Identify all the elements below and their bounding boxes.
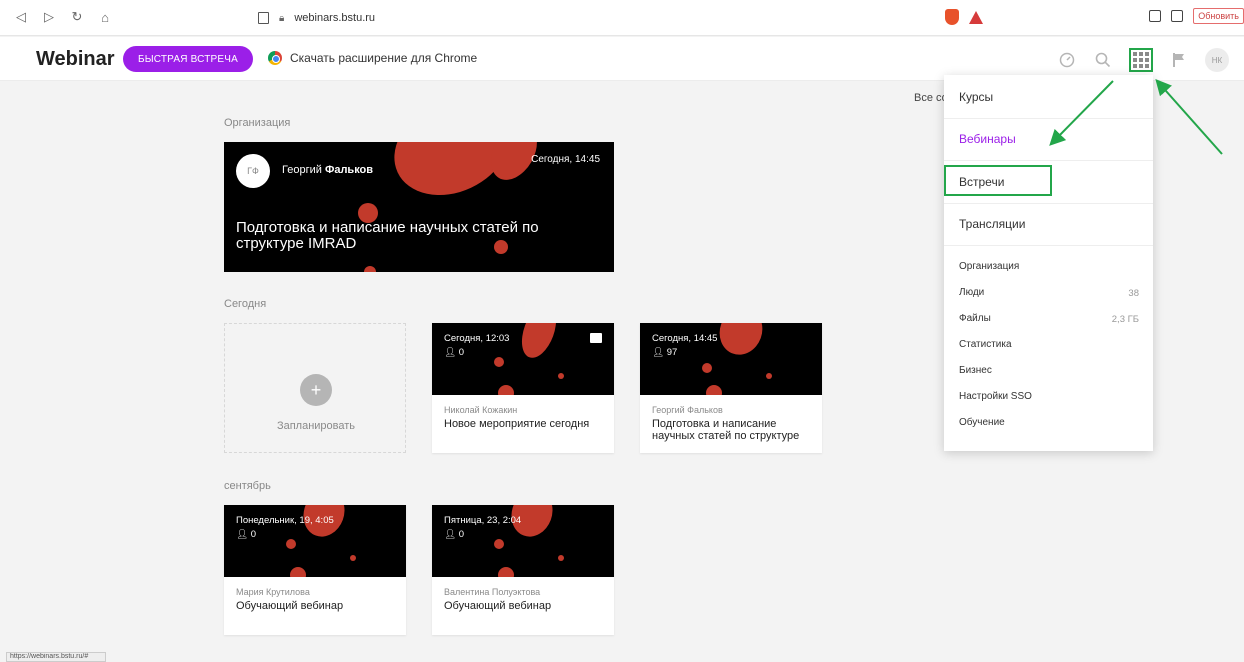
- section-title-today: Сегодня: [224, 298, 267, 310]
- featured-author-avatar: ГФ: [236, 154, 270, 188]
- chrome-extension-label: Скачать расширение для Chrome: [290, 51, 478, 65]
- menu-item-courses[interactable]: Курсы: [959, 90, 993, 104]
- status-url: https://webinars.bstu.ru/#: [6, 652, 106, 662]
- wallet-icon[interactable]: [1171, 10, 1184, 22]
- sidebar-icon[interactable]: [1149, 10, 1162, 22]
- featured-title: Подготовка и написание научных статей по…: [236, 219, 539, 252]
- chrome-icon: [268, 51, 282, 65]
- menu-item-learning[interactable]: Обучение: [959, 417, 1005, 428]
- event-time: Сегодня, 14:45: [652, 333, 718, 344]
- home-icon[interactable]: ⌂: [98, 10, 112, 25]
- event-time: Пятница, 23, 2:04: [444, 515, 522, 526]
- logo[interactable]: Webinar: [36, 48, 115, 71]
- event-time: Сегодня, 12:03: [444, 333, 510, 344]
- featured-author: Георгий Фальков: [282, 164, 374, 176]
- update-button[interactable]: Обновить: [1193, 8, 1244, 24]
- extension-icons: [945, 9, 983, 25]
- event-title: Подготовка и написание научных статей по…: [652, 418, 800, 442]
- menu-item-sso-settings[interactable]: Настройки SSO: [959, 391, 1032, 402]
- browser-nav: ◁ ▷ ↻ ⌂: [14, 9, 112, 25]
- back-icon[interactable]: ◁: [14, 9, 28, 24]
- event-card[interactable]: Сегодня, 14:45 👤︎ 97 Георгий Фальков Под…: [640, 323, 822, 453]
- participants-count: 👤︎ 97: [652, 347, 678, 358]
- participants-count: 👤︎ 0: [444, 347, 464, 358]
- event-thumbnail: Сегодня, 12:03 👤︎ 0: [432, 323, 614, 395]
- event-author: Валентина Полуэктова: [444, 587, 541, 597]
- section-title-organization: Организация: [224, 117, 291, 129]
- event-title: Обучающий вебинар: [444, 600, 552, 612]
- files-size: 2,3 ГБ: [1111, 314, 1139, 325]
- participants-count: 👤︎ 0: [236, 529, 256, 540]
- url-text: webinars.bstu.ru: [294, 12, 376, 24]
- event-thumbnail: Сегодня, 14:45 👤︎ 97: [640, 323, 822, 395]
- event-author: Георгий Фальков: [652, 405, 723, 415]
- lock-icon: 🔒︎: [279, 12, 285, 24]
- event-card[interactable]: Пятница, 23, 2:04 👤︎ 0 Валентина Полуэкт…: [432, 505, 614, 635]
- event-title: Новое мероприятие сегодня: [444, 418, 590, 430]
- featured-time: Сегодня, 14:45: [531, 154, 600, 165]
- forward-icon[interactable]: ▷: [42, 9, 56, 24]
- address-bar[interactable]: 🔒︎ webinars.bstu.ru: [258, 8, 984, 28]
- brave-rewards-icon[interactable]: [969, 11, 983, 24]
- all-link[interactable]: Все со: [914, 92, 948, 104]
- apps-dropdown-menu: Курсы Вебинары Встречи Трансляции Органи…: [944, 75, 1153, 451]
- event-card[interactable]: Понедельник, 19, 4:05 👤︎ 0 Мария Крутило…: [224, 505, 406, 635]
- reload-icon[interactable]: ↻: [70, 9, 84, 24]
- search-icon[interactable]: [1093, 50, 1113, 70]
- menu-item-webinars[interactable]: Вебинары: [959, 132, 1016, 146]
- chrome-extension-link[interactable]: Скачать расширение для Chrome: [268, 51, 477, 65]
- bookmark-icon[interactable]: [258, 12, 269, 24]
- plus-icon: +: [300, 374, 332, 406]
- browser-right-controls: Обновить: [1149, 8, 1244, 24]
- user-avatar[interactable]: НК: [1205, 48, 1229, 72]
- menu-item-organization[interactable]: Организация: [959, 261, 1019, 272]
- flag-icon[interactable]: [1169, 50, 1189, 70]
- event-author: Мария Крутилова: [236, 587, 310, 597]
- meetings-highlight-box: [944, 165, 1052, 196]
- screen-share-icon: [590, 333, 602, 343]
- menu-item-business[interactable]: Бизнес: [959, 365, 992, 376]
- menu-item-statistics[interactable]: Статистика: [959, 339, 1012, 350]
- featured-event-card[interactable]: ГФ Георгий Фальков Сегодня, 14:45 Подгот…: [224, 142, 614, 272]
- speedometer-icon[interactable]: [1057, 50, 1077, 70]
- menu-item-broadcasts[interactable]: Трансляции: [959, 217, 1025, 231]
- brave-shield-icon[interactable]: [945, 9, 959, 25]
- section-title-september: сентябрь: [224, 480, 271, 492]
- event-thumbnail: Пятница, 23, 2:04 👤︎ 0: [432, 505, 614, 577]
- people-count: 38: [1128, 288, 1139, 299]
- participants-count: 👤︎ 0: [444, 529, 464, 540]
- quick-meeting-button[interactable]: БЫСТРАЯ ВСТРЕЧА: [123, 46, 253, 72]
- browser-toolbar: ◁ ▷ ↻ ⌂ 🔒︎ webinars.bstu.ru Обновить: [0, 0, 1244, 36]
- apps-grid-icon[interactable]: [1129, 48, 1153, 72]
- event-author: Николай Кожакин: [444, 405, 518, 415]
- event-time: Понедельник, 19, 4:05: [236, 515, 334, 526]
- menu-item-people[interactable]: Люди: [959, 287, 984, 298]
- menu-item-files[interactable]: Файлы: [959, 313, 991, 324]
- schedule-card[interactable]: + Запланировать: [224, 323, 406, 453]
- schedule-label: Запланировать: [276, 420, 356, 432]
- event-thumbnail: Понедельник, 19, 4:05 👤︎ 0: [224, 505, 406, 577]
- header-icons: НК: [1057, 48, 1229, 72]
- event-card[interactable]: Сегодня, 12:03 👤︎ 0 Николай Кожакин Ново…: [432, 323, 614, 453]
- event-title: Обучающий вебинар: [236, 600, 344, 612]
